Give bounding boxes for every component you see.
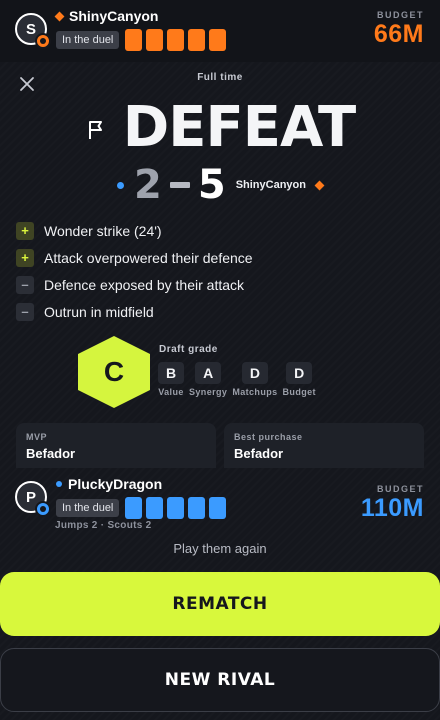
key-points-list: + Wonder strike (24') + Attack overpower… xyxy=(16,217,426,325)
grade-cell-budget: D Budget xyxy=(283,362,316,397)
draft-grade-panel: C Draft grade B Value A Synergy D Matchu… xyxy=(78,336,378,410)
score-row: 2 5 ShinyCanyon xyxy=(0,162,440,208)
rematch-button[interactable]: REMATCH xyxy=(0,572,440,636)
mvp-label: MVP xyxy=(26,432,48,442)
key-point-text: Attack overpowered their defence xyxy=(44,249,253,266)
opponent-status: In the duel xyxy=(56,29,227,51)
self-status: In the duel xyxy=(56,497,227,519)
opponent-avatar: S xyxy=(15,13,51,49)
opponent-score: 5 xyxy=(197,162,226,208)
key-point: + Wonder strike (24') xyxy=(16,217,426,244)
opponent-pip xyxy=(209,29,227,51)
grade-breakdown: B Value A Synergy D Matchups D Budget xyxy=(158,362,316,397)
grade-letter: A xyxy=(195,362,222,384)
plus-icon: + xyxy=(16,221,34,240)
self-name-line: PluckyDragon xyxy=(56,475,162,493)
grade-caption: Matchups xyxy=(232,387,278,397)
mvp-card: MVP Befador xyxy=(16,423,216,468)
mvp-value: Befador xyxy=(26,446,76,461)
self-pips xyxy=(125,497,227,519)
key-point-text: Outrun in midfield xyxy=(44,303,154,320)
opponent-player-row: S ShinyCanyon In the duel BUDGET 66M xyxy=(0,4,440,60)
self-budget: BUDGET 110M xyxy=(361,484,424,522)
grade-caption: Value xyxy=(158,387,184,397)
score-opponent-diamond-icon xyxy=(314,180,325,190)
self-sub-stats: Jumps 2 · Scouts 2 xyxy=(55,520,152,531)
key-point: – Defence exposed by their attack xyxy=(16,271,426,298)
key-point: + Attack overpowered their defence xyxy=(16,244,426,271)
own-team-dot xyxy=(117,181,124,189)
grade-cell-synergy: A Synergy xyxy=(189,362,227,397)
opponent-duel-tag: In the duel xyxy=(56,31,120,49)
self-name: PluckyDragon xyxy=(68,476,163,492)
opponent-name-line: ShinyCanyon xyxy=(54,7,159,25)
self-dot-icon xyxy=(56,481,62,487)
minus-icon: – xyxy=(16,275,34,294)
opponent-budget-label: BUDGET xyxy=(377,10,424,20)
self-pip xyxy=(125,497,143,519)
self-pip xyxy=(209,497,227,519)
opponent-budget: BUDGET 66M xyxy=(374,10,424,48)
grade-caption: Synergy xyxy=(189,387,228,397)
self-player-row: P PluckyDragon In the duel Jumps 2 · Sco… xyxy=(0,472,440,531)
opponent-diamond-icon xyxy=(54,11,65,21)
self-budget-label: BUDGET xyxy=(377,484,424,494)
grade-letter: D xyxy=(286,362,313,384)
best-purchase-label: Best purchase xyxy=(234,432,303,442)
self-budget-value: 110M xyxy=(360,494,424,522)
best-purchase-value: Befador xyxy=(234,446,284,461)
self-avatar-letter: P xyxy=(25,488,36,506)
opponent-pip xyxy=(125,29,143,51)
score-opponent-name: ShinyCanyon xyxy=(235,179,306,191)
self-pip xyxy=(146,497,164,519)
key-point: – Outrun in midfield xyxy=(16,298,426,325)
opponent-budget-value: 66M xyxy=(373,20,424,48)
opponent-pips xyxy=(125,29,227,51)
minus-icon: – xyxy=(16,302,34,321)
grade-cell-value: B Value xyxy=(158,362,184,397)
play-again-label: Play them again xyxy=(173,541,267,556)
self-duel-tag: In the duel xyxy=(56,499,120,517)
grade-letter: B xyxy=(158,362,184,384)
result-banner: DEFEAT xyxy=(0,96,440,160)
self-pip xyxy=(188,497,206,519)
opponent-name: ShinyCanyon xyxy=(69,8,159,24)
match-status-label: Full time xyxy=(197,72,243,83)
grade-caption: Budget xyxy=(282,387,316,397)
opponent-pip xyxy=(188,29,206,51)
self-pip xyxy=(167,497,185,519)
best-purchase-card: Best purchase Befador xyxy=(224,423,424,468)
opponent-avatar-letter: S xyxy=(25,20,36,38)
grade-hexagon: C xyxy=(78,336,150,408)
grade-label: Draft grade xyxy=(159,344,218,355)
result-title: DEFEAT xyxy=(122,95,356,160)
opponent-pip xyxy=(167,29,185,51)
opponent-pip xyxy=(146,29,164,51)
self-avatar: P xyxy=(15,481,51,517)
own-score: 2 xyxy=(134,162,162,208)
key-point-text: Defence exposed by their attack xyxy=(44,276,245,293)
new-rival-button[interactable]: NEW RIVAL xyxy=(0,648,440,712)
self-avatar-badge xyxy=(35,501,51,517)
grade-cell-matchups: D Matchups xyxy=(232,362,277,397)
key-point-text: Wonder strike (24') xyxy=(44,222,162,239)
flag-icon xyxy=(88,121,102,139)
plus-icon: + xyxy=(16,248,34,267)
score-separator xyxy=(169,182,190,188)
opponent-avatar-badge xyxy=(35,33,51,49)
grade-letter: D xyxy=(241,362,268,384)
